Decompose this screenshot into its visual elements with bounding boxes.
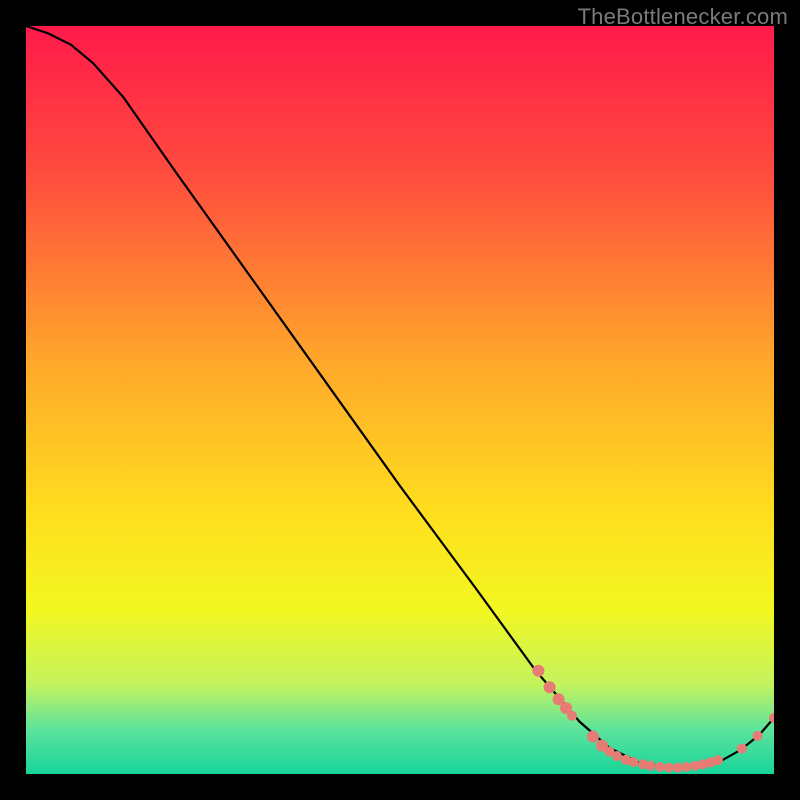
chart-container: TheBottlenecker.com (0, 0, 800, 800)
data-dot (628, 757, 638, 767)
data-dot (646, 761, 656, 771)
data-dot (664, 763, 674, 773)
chart-svg (26, 26, 774, 774)
data-dot (655, 762, 665, 772)
data-dot (737, 744, 747, 754)
data-dot (544, 681, 556, 693)
watermark-text: TheBottlenecker.com (578, 4, 788, 30)
data-dot (713, 755, 723, 765)
data-dot (532, 665, 544, 677)
data-dot (567, 711, 577, 721)
data-dot (587, 731, 599, 743)
gradient-background (26, 26, 774, 774)
data-dot (612, 751, 622, 761)
plot-area (26, 26, 774, 774)
data-dot (753, 731, 763, 741)
data-dot (681, 762, 691, 772)
